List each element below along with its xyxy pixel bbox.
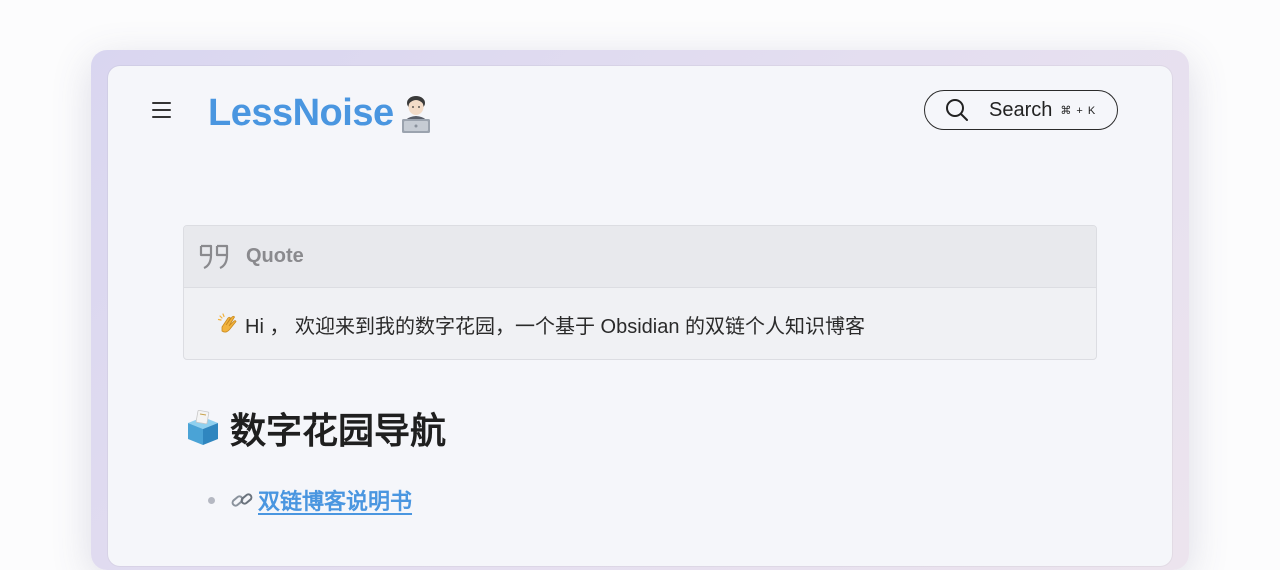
- nav-link-blog-manual[interactable]: 双链博客说明书: [258, 484, 412, 516]
- clapping-hands-icon: [217, 313, 237, 333]
- technologist-emoji-icon: [401, 96, 430, 133]
- quote-icon: [199, 244, 229, 269]
- menu-icon[interactable]: [152, 102, 172, 118]
- search-shortcut: ⌘ + K: [1060, 104, 1097, 117]
- callout-title: Quote: [246, 245, 304, 267]
- link-icon: [231, 493, 253, 507]
- search-button[interactable]: Search ⌘ + K: [924, 90, 1118, 130]
- garden-nav-list: 双链博客说明书: [208, 484, 412, 516]
- app-window: LessNoise Search ⌘ + K Quote Hi ， 欢迎来到我的…: [108, 66, 1172, 566]
- page-heading: 数字花园导航: [230, 410, 447, 451]
- site-logo[interactable]: LessNoise: [208, 90, 436, 136]
- section-heading: 数字花园导航: [184, 402, 446, 454]
- search-icon: [946, 99, 968, 121]
- callout-body: Hi ， 欢迎来到我的数字花园，一个基于 Obsidian 的双链个人知识博客: [184, 288, 1096, 359]
- callout-header: Quote: [184, 226, 1096, 288]
- bullet-icon: [208, 496, 215, 504]
- list-item: 双链博客说明书: [208, 484, 412, 516]
- logo-text: LessNoise: [208, 92, 394, 134]
- search-label: Search: [989, 98, 1053, 121]
- quote-callout: Quote Hi ， 欢迎来到我的数字花园，一个基于 Obsidian 的双链个…: [183, 225, 1097, 360]
- callout-text: Hi ， 欢迎来到我的数字花园，一个基于 Obsidian 的双链个人知识博客: [245, 315, 866, 338]
- ballot-box-icon: [188, 409, 218, 445]
